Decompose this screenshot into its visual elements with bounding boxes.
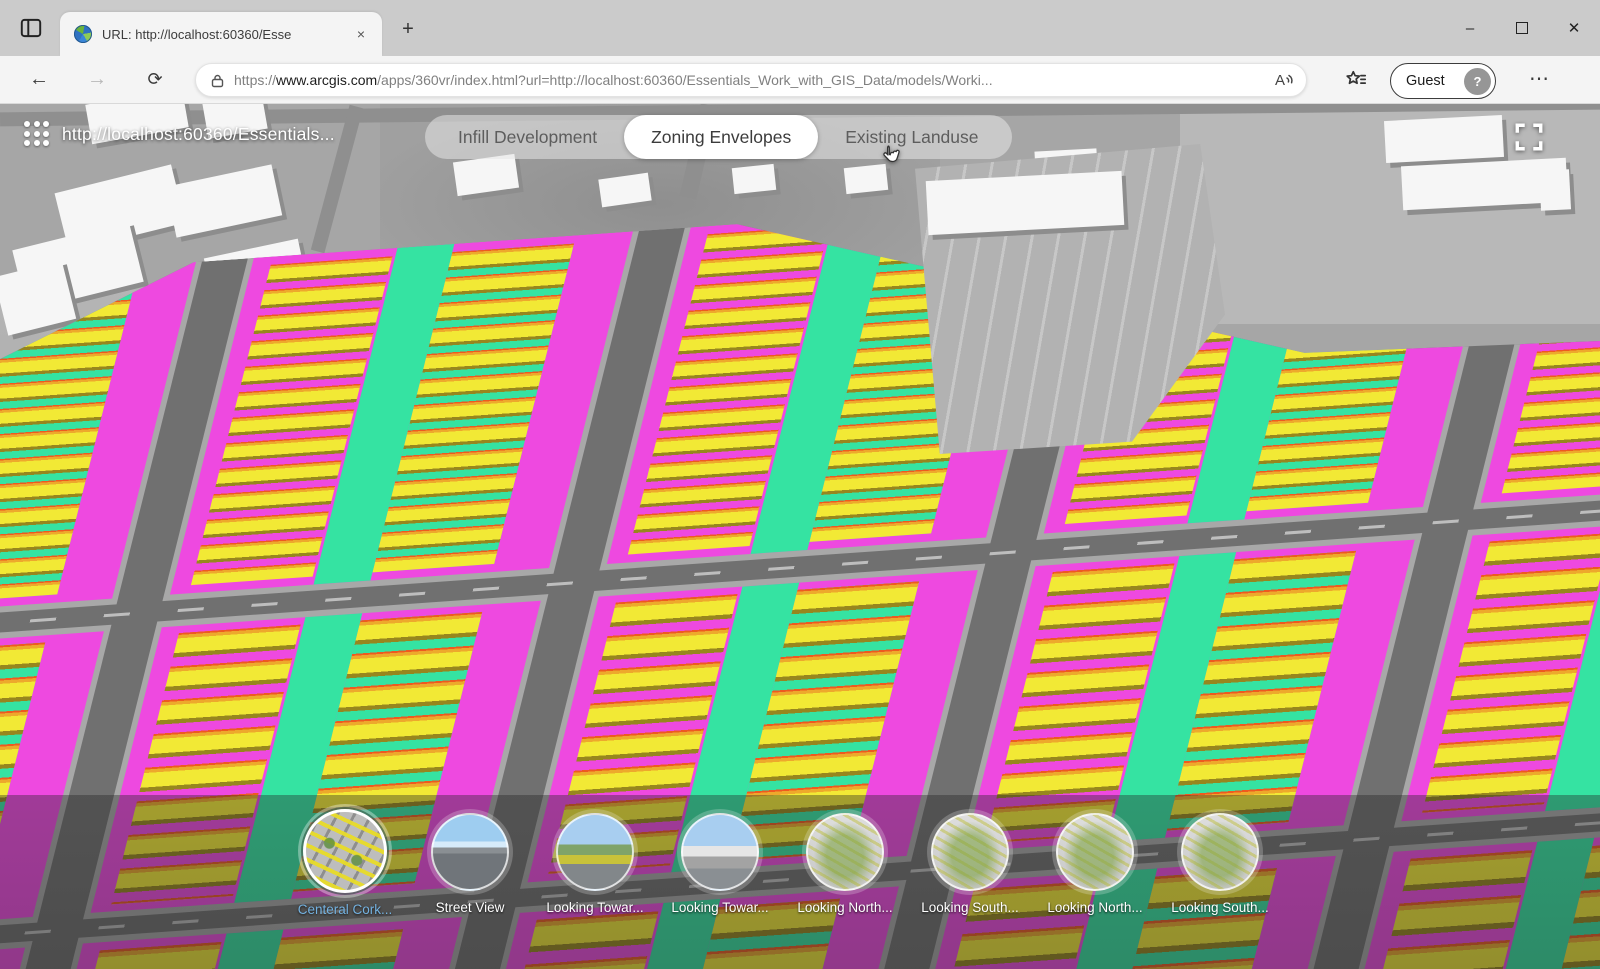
carousel-item-label[interactable]: Looking Towar... — [671, 900, 768, 915]
forward-button: → — [82, 66, 112, 94]
read-aloud-icon[interactable]: A — [1272, 69, 1296, 91]
url-path: /apps/360vr/index.html?url=http://localh… — [377, 72, 992, 88]
lock-icon[interactable] — [210, 73, 225, 88]
building-white — [1539, 169, 1571, 211]
carousel-item: Looking South... — [922, 809, 1018, 917]
carousel-thumbnail[interactable] — [431, 813, 509, 891]
building-white — [926, 171, 1125, 235]
browser-titlebar: URL: http://localhost:60360/Esse × + – ✕ — [0, 0, 1600, 56]
profile-name: Guest — [1406, 73, 1464, 89]
zoning-block — [1401, 509, 1600, 821]
carousel-thumbnail[interactable] — [681, 813, 759, 891]
tab-workspaces-icon[interactable] — [18, 15, 44, 41]
address-bar[interactable]: https://www.arcgis.com/apps/360vr/index.… — [195, 63, 1307, 97]
viewpoint-carousel-band: Centeral Cork... Street View Looking Towar… — [0, 795, 1600, 969]
carousel-item: Centeral Cork... — [297, 809, 393, 917]
url-scheme: https:// — [234, 72, 276, 88]
carousel-thumbnail[interactable] — [806, 813, 884, 891]
building-white — [166, 164, 282, 237]
guest-avatar: ? — [1464, 68, 1491, 95]
carousel-thumbnail[interactable] — [303, 809, 387, 893]
browser-toolbar: ← → ⟳ https://www.arcgis.com/apps/360vr/… — [0, 56, 1600, 104]
carousel-item: Street View — [422, 809, 518, 917]
close-window-button[interactable]: ✕ — [1548, 0, 1600, 56]
tab-title: URL: http://localhost:60360/Esse — [102, 27, 350, 42]
maximize-button[interactable] — [1496, 0, 1548, 56]
carousel-item-label[interactable]: Street View — [436, 900, 505, 915]
carousel-item: Looking Towar... — [547, 809, 643, 917]
carousel-item-label[interactable]: Looking North... — [1047, 900, 1142, 915]
tab-zoning-envelopes[interactable]: Zoning Envelopes — [624, 115, 818, 159]
carousel-item-label[interactable]: Looking North... — [797, 900, 892, 915]
window-controls: – ✕ — [1444, 0, 1600, 56]
settings-more-button[interactable]: ⋯ — [1524, 66, 1554, 94]
back-button[interactable]: ← — [24, 66, 54, 94]
url-text[interactable]: https://www.arcgis.com/apps/360vr/index.… — [234, 72, 1272, 88]
maximize-icon — [1516, 22, 1528, 34]
mouse-cursor-hand — [878, 142, 904, 168]
carousel-item-label[interactable]: Looking South... — [921, 900, 1019, 915]
app-menu-waffle-icon[interactable] — [24, 121, 50, 147]
tab-existing-landuse[interactable]: Existing Landuse — [818, 115, 1005, 159]
svg-text:A: A — [1275, 72, 1285, 89]
url-domain: www.arcgis.com — [276, 72, 377, 88]
carousel-item: Looking Towar... — [672, 809, 768, 917]
map-viewport[interactable]: Centeral Cork... Street View Looking Towar… — [0, 104, 1600, 969]
refresh-button[interactable]: ⟳ — [140, 66, 170, 94]
carousel-item-label[interactable]: Looking South... — [1171, 900, 1269, 915]
carousel-thumbnail[interactable] — [931, 813, 1009, 891]
zoning-block — [170, 231, 633, 594]
carousel-item: Looking South... — [1172, 809, 1268, 917]
carousel-item: Looking North... — [797, 809, 893, 917]
scenario-tab-bar: Infill Development Zoning Envelopes Exis… — [425, 115, 1012, 159]
profile-button[interactable]: Guest ? — [1390, 63, 1496, 99]
carousel-thumbnail[interactable] — [1056, 813, 1134, 891]
viewpoint-carousel: Centeral Cork... Street View Looking Towar… — [297, 809, 1297, 917]
carousel-item: Looking North... — [1047, 809, 1143, 917]
app-header: http://localhost:60360/Essentials... Inf… — [0, 104, 1600, 174]
new-tab-button[interactable]: + — [394, 16, 422, 44]
browser-tab[interactable]: URL: http://localhost:60360/Esse × — [60, 12, 382, 56]
minimize-button[interactable]: – — [1444, 0, 1496, 56]
carousel-thumbnail[interactable] — [556, 813, 634, 891]
tab-infill-development[interactable]: Infill Development — [431, 115, 624, 159]
favorites-hub-icon[interactable] — [1343, 68, 1369, 94]
site-favicon-globe-icon — [74, 25, 92, 43]
tab-close-icon[interactable]: × — [350, 23, 372, 45]
carousel-thumbnail[interactable] — [1181, 813, 1259, 891]
fullscreen-icon[interactable] — [1513, 121, 1545, 153]
carousel-item-label[interactable]: Centeral Cork... — [298, 902, 393, 917]
model-source-url[interactable]: http://localhost:60360/Essentials... — [62, 124, 335, 145]
carousel-item-label[interactable]: Looking Towar... — [546, 900, 643, 915]
